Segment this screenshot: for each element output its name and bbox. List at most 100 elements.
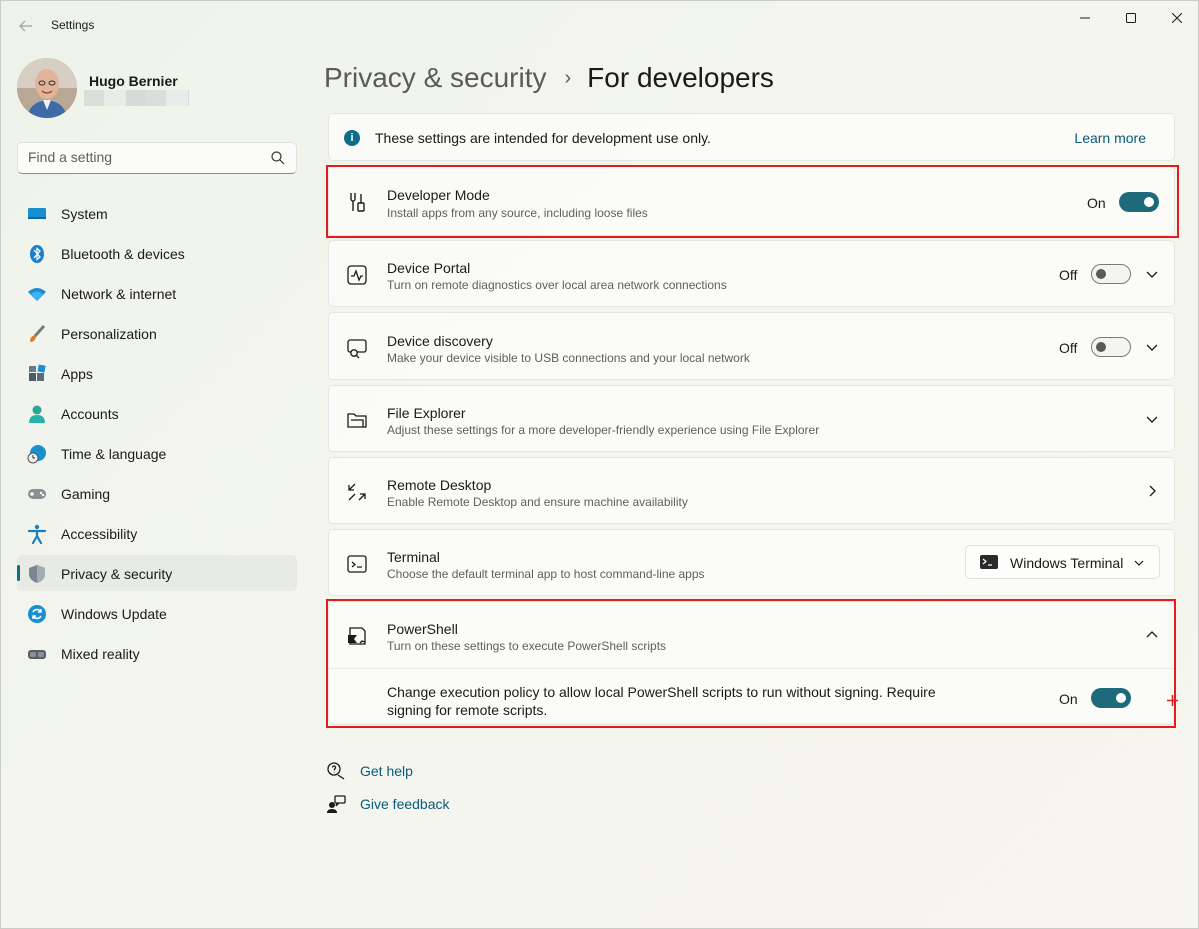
globe-clock-icon — [27, 444, 47, 464]
breadcrumb-parent[interactable]: Privacy & security — [324, 62, 547, 94]
sidebar-item-windows-update[interactable]: Windows Update — [17, 595, 297, 631]
terminal-desc: Choose the default terminal app to host … — [387, 567, 705, 581]
file-explorer-title: File Explorer — [387, 405, 466, 421]
remote-desktop-icon — [348, 483, 366, 501]
device-discovery-card[interactable]: Device discovery Make your device visibl… — [328, 312, 1175, 380]
device-discovery-state: Off — [1059, 340, 1078, 356]
close-button[interactable] — [1154, 6, 1199, 30]
file-explorer-desc: Adjust these settings for a more develop… — [387, 423, 820, 437]
search-input[interactable] — [28, 149, 258, 165]
terminal-selected-value: Windows Terminal — [1010, 555, 1124, 571]
powershell-title: PowerShell — [387, 621, 458, 637]
developer-mode-card: Developer Mode Install apps from any sou… — [328, 166, 1175, 236]
give-feedback-link[interactable]: Give feedback — [326, 794, 450, 814]
sidebar-item-system[interactable]: System — [17, 195, 297, 231]
profile-name: Hugo Bernier — [89, 73, 178, 89]
sidebar-item-time-language[interactable]: Time & language — [17, 435, 297, 471]
chevron-down-icon[interactable] — [1144, 339, 1160, 355]
sidebar-item-accounts[interactable]: Accounts — [17, 395, 297, 431]
give-feedback-label: Give feedback — [360, 796, 450, 812]
sidebar-item-network[interactable]: Network & internet — [17, 275, 297, 311]
terminal-dropdown[interactable]: Windows Terminal — [965, 545, 1160, 579]
page-title: For developers — [587, 62, 774, 93]
paintbrush-icon — [27, 324, 47, 344]
sidebar-item-label: Accessibility — [61, 526, 138, 542]
sidebar-item-privacy-security[interactable]: Privacy & security — [17, 555, 297, 591]
info-bar: i These settings are intended for develo… — [328, 113, 1175, 161]
device-discovery-toggle[interactable] — [1091, 337, 1131, 357]
sidebar-item-label: Bluetooth & devices — [61, 246, 185, 262]
chevron-right-icon: › — [564, 66, 572, 89]
terminal-icon — [347, 555, 367, 573]
apps-icon — [27, 364, 47, 384]
wifi-icon — [27, 284, 47, 304]
developer-mode-state: On — [1087, 195, 1106, 211]
monitor-icon — [27, 204, 47, 224]
search-icon[interactable] — [270, 150, 286, 166]
cursor-crosshair-icon — [1167, 695, 1178, 706]
remote-desktop-desc: Enable Remote Desktop and ensure machine… — [387, 495, 688, 509]
chevron-up-icon[interactable] — [1144, 627, 1160, 643]
maximize-button[interactable] — [1108, 6, 1154, 30]
close-icon — [1172, 13, 1182, 23]
shield-icon — [27, 564, 47, 584]
avatar[interactable] — [17, 58, 77, 118]
info-icon: i — [344, 130, 360, 146]
feedback-icon — [327, 795, 346, 813]
sidebar-item-personalization[interactable]: Personalization — [17, 315, 297, 351]
device-search-icon — [347, 339, 367, 359]
powershell-execution-policy-text: Change execution policy to allow local P… — [387, 684, 936, 718]
maximize-icon — [1126, 13, 1136, 23]
device-discovery-desc: Make your device visible to USB connecti… — [387, 351, 750, 365]
powershell-icon — [348, 627, 366, 645]
chevron-down-icon[interactable] — [1144, 411, 1160, 427]
profile-email-redacted — [84, 90, 189, 106]
get-help-link[interactable]: Get help — [326, 761, 413, 781]
folder-icon — [347, 413, 367, 428]
file-explorer-card[interactable]: File Explorer Adjust these settings for … — [328, 385, 1175, 452]
developer-mode-desc: Install apps from any source, including … — [387, 206, 648, 220]
minimize-button[interactable] — [1062, 6, 1108, 30]
accessibility-icon — [27, 524, 47, 544]
device-portal-toggle[interactable] — [1091, 264, 1131, 284]
device-portal-state: Off — [1059, 267, 1078, 283]
sidebar-item-label: Windows Update — [61, 606, 167, 622]
remote-desktop-title: Remote Desktop — [387, 477, 492, 493]
powershell-execution-policy-toggle[interactable] — [1091, 688, 1131, 708]
headset-icon — [27, 644, 47, 664]
sidebar-item-apps[interactable]: Apps — [17, 355, 297, 391]
sidebar-item-label: Apps — [61, 366, 93, 382]
sidebar-item-label: Time & language — [61, 446, 167, 462]
divider — [329, 668, 1174, 669]
powershell-header[interactable]: PowerShell Turn on these settings to exe… — [329, 602, 1174, 668]
search-box[interactable] — [17, 142, 297, 174]
remote-desktop-card[interactable]: Remote Desktop Enable Remote Desktop and… — [328, 457, 1175, 524]
back-button[interactable] — [14, 14, 38, 38]
powershell-card: PowerShell Turn on these settings to exe… — [328, 601, 1175, 725]
sidebar-item-accessibility[interactable]: Accessibility — [17, 515, 297, 551]
sidebar-item-label: Gaming — [61, 486, 111, 502]
info-text: These settings are intended for developm… — [375, 130, 711, 146]
sidebar-item-gaming[interactable]: Gaming — [17, 475, 297, 511]
app-title: Settings — [51, 18, 95, 32]
activity-icon — [347, 265, 367, 285]
sidebar-item-mixed-reality[interactable]: Mixed reality — [17, 635, 297, 671]
device-portal-desc: Turn on remote diagnostics over local ar… — [387, 278, 727, 292]
sidebar-item-label: Personalization — [61, 326, 157, 342]
sidebar-item-label: Accounts — [61, 406, 119, 422]
chevron-down-icon — [1134, 560, 1144, 566]
title-bar: Settings — [0, 0, 1199, 50]
chevron-down-icon[interactable] — [1144, 266, 1160, 282]
device-portal-card[interactable]: Device Portal Turn on remote diagnostics… — [328, 240, 1175, 307]
get-help-label: Get help — [360, 763, 413, 779]
sidebar-nav: System Bluetooth & devices Network & int… — [17, 195, 297, 675]
help-chat-icon — [327, 762, 345, 780]
sidebar-item-bluetooth[interactable]: Bluetooth & devices — [17, 235, 297, 271]
developer-mode-toggle[interactable] — [1119, 192, 1159, 212]
sidebar-item-label: Mixed reality — [61, 646, 140, 662]
chevron-right-icon[interactable] — [1144, 483, 1160, 499]
sidebar-item-label: Network & internet — [61, 286, 177, 302]
person-icon — [27, 404, 47, 424]
device-discovery-title: Device discovery — [387, 333, 493, 349]
learn-more-link[interactable]: Learn more — [1074, 130, 1146, 146]
